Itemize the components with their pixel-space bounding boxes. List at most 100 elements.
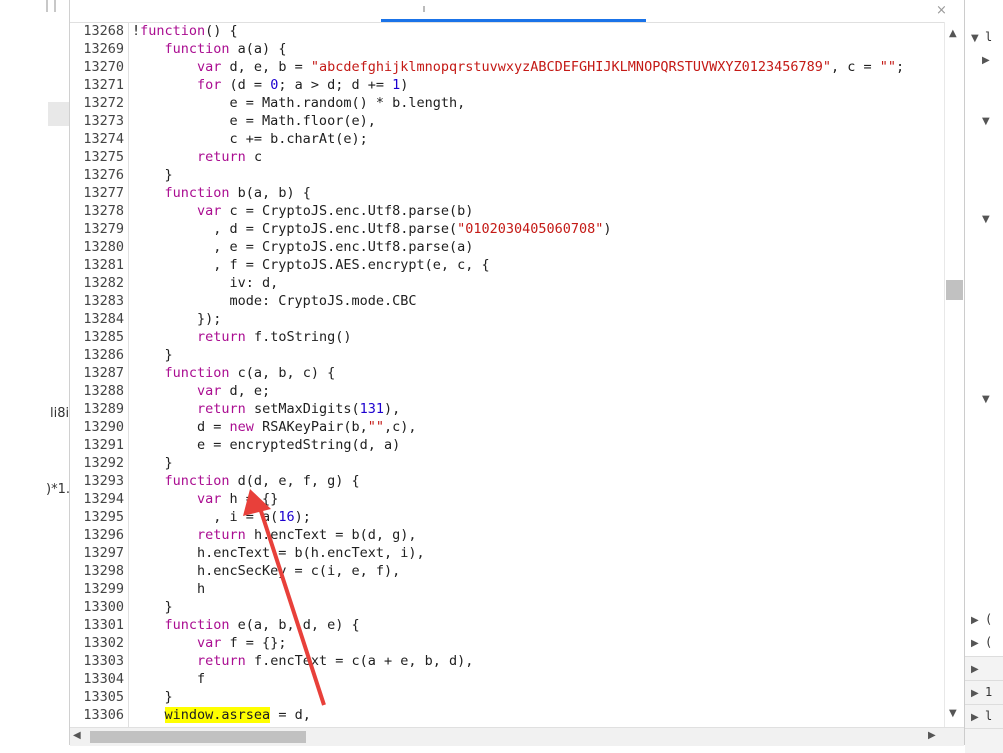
line-number[interactable]: 13281 (70, 256, 124, 274)
code-line[interactable]: 13295 , i = a(16); (70, 508, 944, 526)
collapse-triangle-icon[interactable]: ▶ (971, 664, 979, 675)
line-number[interactable]: 13289 (70, 400, 124, 418)
code-line[interactable]: 13280 , e = CryptoJS.enc.Utf8.parse(a) (70, 238, 944, 256)
code-line[interactable]: 13286 } (70, 346, 944, 364)
code-line[interactable]: 13288 var d, e; (70, 382, 944, 400)
scrollbar-thumb[interactable] (946, 280, 963, 300)
horizontal-scrollbar[interactable]: ◀ ▶ (70, 727, 964, 746)
scroll-right-icon[interactable]: ▶ (928, 730, 936, 741)
line-number[interactable]: 13271 (70, 76, 124, 94)
line-number[interactable]: 13305 (70, 688, 124, 706)
line-number[interactable]: 13304 (70, 670, 124, 688)
line-number[interactable]: 13279 (70, 220, 124, 238)
code-line[interactable]: 13297 h.encText = b(h.encText, i), (70, 544, 944, 562)
line-number[interactable]: 13306 (70, 706, 124, 724)
collapse-triangle-icon[interactable]: ▶ (971, 615, 979, 626)
line-number[interactable]: 13293 (70, 472, 124, 490)
line-number[interactable]: 13270 (70, 58, 124, 76)
code-line[interactable]: 13290 d = new RSAKeyPair(b,"",c), (70, 418, 944, 436)
code-line[interactable]: 13268 !function() { (70, 22, 944, 40)
line-number[interactable]: 13298 (70, 562, 124, 580)
line-number[interactable]: 13278 (70, 202, 124, 220)
code-line[interactable]: 13291 e = encryptedString(d, a) (70, 436, 944, 454)
line-number[interactable]: 13297 (70, 544, 124, 562)
line-number[interactable]: 13269 (70, 40, 124, 58)
line-number[interactable]: 13303 (70, 652, 124, 670)
code-line[interactable]: 13269 function a(a) { (70, 40, 944, 58)
code-line[interactable]: 13277 function b(a, b) { (70, 184, 944, 202)
line-number[interactable]: 13292 (70, 454, 124, 472)
code-line[interactable]: 13281 , f = CryptoJS.AES.encrypt(e, c, { (70, 256, 944, 274)
code-line[interactable]: 13301 function e(a, b, d, e) { (70, 616, 944, 634)
line-number[interactable]: 13274 (70, 130, 124, 148)
close-icon[interactable]: × (936, 3, 947, 18)
code-text: } (132, 455, 173, 471)
code-line[interactable]: 13294 var h = {} (70, 490, 944, 508)
code-line[interactable]: 13293 function d(d, e, f, g) { (70, 472, 944, 490)
expand-triangle-icon[interactable]: ▼ (982, 214, 990, 225)
code-line[interactable]: 13305 } (70, 688, 944, 706)
line-number[interactable]: 13291 (70, 436, 124, 454)
collapse-triangle-icon[interactable]: ▶ (982, 55, 990, 66)
code-line[interactable]: 13284 }); (70, 310, 944, 328)
line-number[interactable]: 13284 (70, 310, 124, 328)
code-line[interactable]: 13283 mode: CryptoJS.mode.CBC (70, 292, 944, 310)
code-line[interactable]: 13306 window.asrsea = d, (70, 706, 944, 724)
code-line[interactable]: 13289 return setMaxDigits(131), (70, 400, 944, 418)
expand-triangle-icon[interactable]: ▼ (982, 116, 990, 127)
code-line[interactable]: 13299 h (70, 580, 944, 598)
scroll-down-icon[interactable]: ▼ (949, 708, 957, 719)
code-line[interactable]: 13275 return c (70, 148, 944, 166)
code-line[interactable]: 13292 } (70, 454, 944, 472)
line-number[interactable]: 13286 (70, 346, 124, 364)
code-line[interactable]: 13298 h.encSecKey = c(i, e, f), (70, 562, 944, 580)
line-number[interactable]: 13300 (70, 598, 124, 616)
expand-triangle-icon[interactable]: ▼ (971, 33, 979, 44)
code-line[interactable]: 13270 var d, e, b = "abcdefghijklmnopqrs… (70, 58, 944, 76)
line-number[interactable]: 13273 (70, 112, 124, 130)
collapse-triangle-icon[interactable]: ▶ (971, 712, 979, 723)
line-number[interactable]: 13296 (70, 526, 124, 544)
line-number[interactable]: 13299 (70, 580, 124, 598)
vertical-scrollbar[interactable]: ▲ ▼ (944, 22, 965, 727)
line-number[interactable]: 13295 (70, 508, 124, 526)
line-number[interactable]: 13285 (70, 328, 124, 346)
code-line[interactable]: 13287 function c(a, b, c) { (70, 364, 944, 382)
code-line[interactable]: 13285 return f.toString() (70, 328, 944, 346)
scrollbar-thumb[interactable] (90, 731, 306, 743)
code-line[interactable]: 13300 } (70, 598, 944, 616)
line-number[interactable]: 13294 (70, 490, 124, 508)
line-number[interactable]: 13287 (70, 364, 124, 382)
code-line[interactable]: 13282 iv: d, (70, 274, 944, 292)
code-line[interactable]: 13272 e = Math.random() * b.length, (70, 94, 944, 112)
collapse-triangle-icon[interactable]: ▶ (971, 638, 979, 649)
code-line[interactable]: 13271 for (d = 0; a > d; d += 1) (70, 76, 944, 94)
code-line[interactable]: 13276 } (70, 166, 944, 184)
code-line[interactable]: 13273 e = Math.floor(e), (70, 112, 944, 130)
line-number[interactable]: 13275 (70, 148, 124, 166)
source-code-editor[interactable]: 13268 !function() {13269 function a(a) {1… (70, 22, 944, 727)
line-number[interactable]: 13268 (70, 22, 124, 40)
code-line[interactable]: 13303 return f.encText = c(a + e, b, d), (70, 652, 944, 670)
code-line[interactable]: 13274 c += b.charAt(e); (70, 130, 944, 148)
line-number[interactable]: 13302 (70, 634, 124, 652)
line-number[interactable]: 13301 (70, 616, 124, 634)
line-number[interactable]: 13282 (70, 274, 124, 292)
line-number[interactable]: 13283 (70, 292, 124, 310)
scroll-up-icon[interactable]: ▲ (949, 28, 957, 39)
line-number[interactable]: 13277 (70, 184, 124, 202)
code-line[interactable]: 13304 f (70, 670, 944, 688)
code-line[interactable]: 13302 var f = {}; (70, 634, 944, 652)
code-line[interactable]: 13278 var c = CryptoJS.enc.Utf8.parse(b) (70, 202, 944, 220)
panel-row[interactable] (965, 728, 1003, 753)
scroll-left-icon[interactable]: ◀ (73, 730, 81, 741)
code-line[interactable]: 13279 , d = CryptoJS.enc.Utf8.parse("010… (70, 220, 944, 238)
code-line[interactable]: 13296 return h.encText = b(d, g), (70, 526, 944, 544)
collapse-triangle-icon[interactable]: ▶ (971, 688, 979, 699)
line-number[interactable]: 13288 (70, 382, 124, 400)
line-number[interactable]: 13272 (70, 94, 124, 112)
line-number[interactable]: 13290 (70, 418, 124, 436)
expand-triangle-icon[interactable]: ▼ (982, 394, 990, 405)
line-number[interactable]: 13280 (70, 238, 124, 256)
line-number[interactable]: 13276 (70, 166, 124, 184)
